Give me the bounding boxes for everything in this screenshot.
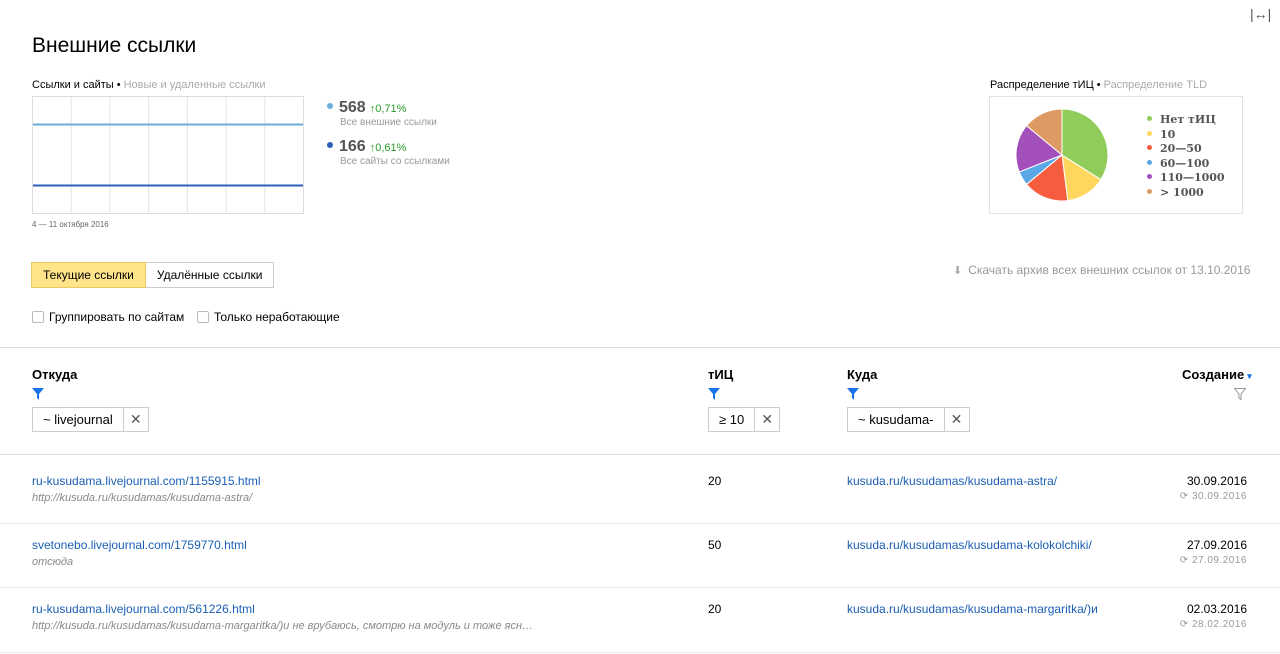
clear-filter-icon[interactable]: ✕ xyxy=(124,408,148,431)
created-date: 30.09.2016 xyxy=(1186,474,1247,488)
chart-date-range: 4 — 11 октября 2016 xyxy=(32,220,109,229)
stat-sites-value: 166 xyxy=(339,138,366,155)
legend-bullet xyxy=(1147,174,1152,180)
legend-item-no-tic: Нет тИЦ xyxy=(1147,113,1225,128)
legend-item-60-100: 60—100 xyxy=(1147,157,1225,172)
stat-links-value: 568 xyxy=(339,99,366,116)
filter-funnel-icon[interactable] xyxy=(32,388,44,400)
divider xyxy=(0,347,1280,348)
table-row: svetonebo.livejournal.com/1759770.html о… xyxy=(0,524,1280,587)
filter-tic-value[interactable]: ≥ 10 xyxy=(709,408,756,431)
filter-tic[interactable]: ≥ 10 ✕ xyxy=(708,407,781,432)
links-line-chart xyxy=(32,96,304,214)
header-from[interactable]: Откуда xyxy=(32,367,77,382)
legend-bullet xyxy=(1147,130,1152,136)
tic-value: 50 xyxy=(708,538,722,552)
stat-sites: 166 ↑0,61% Все сайты со ссылками xyxy=(327,138,450,167)
tab-links-and-sites[interactable]: Ссылки и сайты xyxy=(32,79,114,91)
pie-tabs: Распределение тИЦ • Распределение TLD xyxy=(990,79,1207,91)
expand-icon: ↔ xyxy=(1253,6,1268,22)
tic-value: 20 xyxy=(708,474,722,488)
pie-tab-separator: • xyxy=(1096,79,1101,91)
stat-sites-delta: ↑0,61% xyxy=(369,142,407,154)
to-link[interactable]: kusuda.ru/kusudamas/kusudama-margaritka/… xyxy=(847,602,1098,616)
stat-links-delta: ↑0,71% xyxy=(369,103,407,115)
download-archive-link[interactable]: ⬇ Скачать архив всех внешних ссылок от 13… xyxy=(953,263,1250,277)
table-row: ru-kusudama.livejournal.com/1155915.html… xyxy=(0,455,1280,523)
group-by-sites-checkbox[interactable]: Группировать по сайтам xyxy=(32,310,184,324)
to-link[interactable]: kusuda.ru/kusudamas/kusudama-kolokolchik… xyxy=(847,538,1092,552)
filter-funnel-outline-icon[interactable] xyxy=(1234,388,1246,400)
checked-date: ⟳ 30.09.2016 xyxy=(1179,491,1247,502)
legend-item-20-50: 20—50 xyxy=(1147,142,1225,157)
group-by-sites-label: Группировать по сайтам xyxy=(49,310,185,324)
tab-current-links[interactable]: Текущие ссылки xyxy=(31,262,146,288)
checked-date: ⟳ 28.02.2016 xyxy=(1179,619,1247,630)
filter-to-value[interactable]: ~ kusudama- xyxy=(848,408,945,431)
sort-desc-icon: ▾ xyxy=(1247,371,1252,381)
tab-separator: • xyxy=(116,79,121,91)
chart-tabs: Ссылки и сайты • Новые и удаленные ссылки xyxy=(32,79,265,91)
tab-tld-distribution[interactable]: Распределение TLD xyxy=(1104,79,1207,91)
tab-tic-distribution[interactable]: Распределение тИЦ xyxy=(990,79,1094,91)
refresh-icon: ⟳ xyxy=(1179,555,1189,566)
refresh-icon: ⟳ xyxy=(1179,619,1189,630)
checked-date: ⟳ 27.09.2016 xyxy=(1179,555,1247,566)
clear-filter-icon[interactable]: ✕ xyxy=(945,408,969,431)
from-anchor-text: http://kusuda.ru/kusudamas/kusudama-marg… xyxy=(32,620,534,632)
expand-width-button[interactable]: |↔| xyxy=(1250,6,1271,22)
from-link[interactable]: ru-kusudama.livejournal.com/561226.html xyxy=(32,602,255,616)
stat-links: 568 ↑0,71% Все внешние ссылки xyxy=(327,99,437,128)
filter-from-value[interactable]: ~ livejournal xyxy=(33,408,124,431)
clear-filter-icon[interactable]: ✕ xyxy=(755,408,779,431)
legend-bullet xyxy=(1147,159,1152,165)
from-link[interactable]: ru-kusudama.livejournal.com/1155915.html xyxy=(32,474,261,488)
created-date: 27.09.2016 xyxy=(1186,538,1247,552)
only-broken-label: Только неработающие xyxy=(214,310,340,324)
only-broken-checkbox[interactable]: Только неработающие xyxy=(197,310,340,324)
legend-bullet xyxy=(1147,188,1152,194)
download-icon: ⬇ xyxy=(953,265,963,277)
legend-item-110-1000: 110—1000 xyxy=(1147,171,1225,186)
tic-value: 20 xyxy=(708,602,722,616)
from-anchor-text: http://kusuda.ru/kusudamas/kusudama-astr… xyxy=(32,492,253,504)
page-title: Внешние ссылки xyxy=(32,34,197,57)
to-link[interactable]: kusuda.ru/kusudamas/kusudama-astra/ xyxy=(847,474,1057,488)
tab-new-deleted-links[interactable]: Новые и удаленные ссылки xyxy=(124,79,266,91)
filter-from[interactable]: ~ livejournal ✕ xyxy=(32,407,149,432)
tab-deleted-links[interactable]: Удалённые ссылки xyxy=(145,262,275,288)
sites-bullet xyxy=(327,142,333,148)
refresh-icon: ⟳ xyxy=(1179,491,1189,502)
table-row: ru-kusudama.livejournal.com/561226.html … xyxy=(0,588,1280,652)
filter-funnel-icon[interactable] xyxy=(847,388,859,400)
legend-bullet xyxy=(1147,116,1152,121)
from-anchor-text: отсюда xyxy=(32,556,74,568)
download-label: Скачать архив всех внешних ссылок от 13.… xyxy=(968,263,1251,277)
legend-item-10: 10 xyxy=(1147,128,1225,143)
divider xyxy=(0,652,1280,653)
stat-links-desc: Все внешние ссылки xyxy=(340,117,437,128)
links-bullet xyxy=(327,103,333,109)
created-date: 02.03.2016 xyxy=(1186,602,1247,616)
header-to[interactable]: Куда xyxy=(847,367,877,382)
filter-to[interactable]: ~ kusudama- ✕ xyxy=(847,407,970,432)
checkbox-box[interactable] xyxy=(197,311,209,323)
links-tab-switch: Текущие ссылки Удалённые ссылки xyxy=(31,262,275,288)
pie-legend: Нет тИЦ 10 20—50 60—100 110—1000 > 1000 xyxy=(1147,113,1225,201)
header-created-label: Создание xyxy=(1182,367,1245,382)
checkbox-box[interactable] xyxy=(32,311,44,323)
legend-item-over-1000: > 1000 xyxy=(1147,186,1225,201)
legend-bullet xyxy=(1147,145,1152,151)
filter-funnel-icon[interactable] xyxy=(708,388,720,400)
from-link[interactable]: svetonebo.livejournal.com/1759770.html xyxy=(32,538,247,552)
header-created[interactable]: Создание ▾ xyxy=(1182,367,1252,382)
stat-sites-desc: Все сайты со ссылками xyxy=(340,156,450,167)
header-tic[interactable]: тИЦ xyxy=(708,367,733,382)
